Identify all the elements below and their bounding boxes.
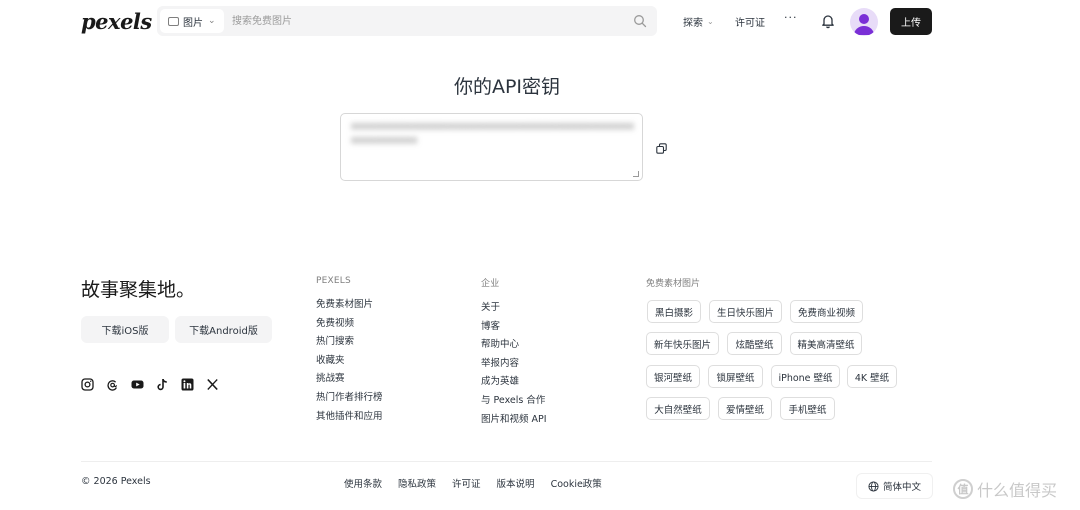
image-icon — [168, 16, 179, 26]
footer-link[interactable]: 收藏夹 — [316, 352, 383, 371]
copyright-text: © 2026 Pexels — [81, 476, 151, 487]
language-label: 简体中文 — [882, 482, 921, 493]
tag-chip[interactable]: 黑白摄影 — [647, 300, 701, 323]
tag-chip[interactable]: 生日快乐图片 — [709, 300, 782, 323]
tag-chip[interactable]: iPhone 壁纸 — [771, 365, 840, 388]
search-input[interactable] — [232, 6, 632, 36]
social-links — [81, 378, 219, 391]
legal-link[interactable]: 许可证 — [452, 476, 481, 490]
user-avatar[interactable] — [850, 8, 878, 36]
legal-link[interactable]: 隐私政策 — [398, 476, 436, 490]
threads-icon[interactable] — [106, 378, 119, 391]
api-key-value: xxxxxxxxxxxxxxxxxxxxxxxxxxxxxxxxxxxxxxxx… — [351, 121, 634, 146]
footer-column-title: PEXELS — [316, 276, 351, 286]
tag-chip[interactable]: 银河壁纸 — [646, 365, 700, 388]
tiktok-icon[interactable] — [156, 378, 169, 391]
nav-explore-label: 探索 — [683, 18, 703, 29]
chevron-down-icon: ⌄ — [208, 16, 216, 26]
search-icon[interactable] — [633, 14, 647, 28]
upload-button[interactable]: 上传 — [890, 8, 932, 35]
footer-link[interactable]: 免费视频 — [316, 315, 383, 334]
tags-title: 免费素材图片 — [646, 279, 701, 289]
footer-link[interactable]: 热门搜索 — [316, 333, 383, 352]
footer-column-pexels: PEXELS 免费素材图片 免费视频 热门搜索 收藏夹 挑战赛 热门作者排行榜 … — [316, 276, 383, 426]
nav-explore[interactable]: 探索 ⌄ — [683, 14, 714, 29]
footer-link[interactable]: 图片和视频 API — [481, 411, 547, 430]
footer-column-title: 企业 — [481, 279, 500, 289]
tag-chip[interactable]: 锁屏壁纸 — [708, 365, 763, 388]
page-title: 你的API密钥 — [453, 76, 561, 98]
top-header: pexels 图片 ⌄ 探索 ⌄ 许可证 ··· 上传 — [0, 0, 1080, 44]
tag-chip[interactable]: 4K 壁纸 — [847, 365, 897, 388]
language-selector[interactable]: 简体中文 — [857, 474, 932, 498]
download-ios-button[interactable]: 下载iOS版 — [81, 316, 169, 343]
linkedin-icon[interactable] — [181, 378, 194, 391]
tag-chip[interactable]: 免费商业视频 — [790, 300, 863, 323]
footer-link[interactable]: 博客 — [481, 318, 547, 337]
footer-link[interactable]: 热门作者排行榜 — [316, 389, 383, 408]
tag-chip[interactable]: 大自然壁纸 — [646, 397, 710, 420]
instagram-icon[interactable] — [81, 378, 94, 391]
watermark-logo-icon: 值 — [953, 479, 973, 499]
legal-link[interactable]: 使用条款 — [344, 476, 382, 490]
footer-divider — [81, 461, 932, 462]
more-menu-button[interactable]: ··· — [784, 11, 798, 24]
footer-link[interactable]: 举报内容 — [481, 355, 547, 374]
api-key-textarea[interactable]: xxxxxxxxxxxxxxxxxxxxxxxxxxxxxxxxxxxxxxxx… — [340, 113, 643, 181]
legal-link[interactable]: 版本说明 — [497, 476, 535, 490]
copy-icon[interactable] — [656, 143, 667, 154]
search-type-label: 图片 — [183, 17, 203, 29]
pexels-logo[interactable]: pexels — [81, 9, 152, 34]
x-icon[interactable] — [206, 378, 219, 391]
tag-chip[interactable]: 新年快乐图片 — [646, 332, 719, 355]
legal-link[interactable]: Cookie政策 — [551, 476, 602, 490]
user-icon — [854, 14, 874, 35]
footer-link[interactable]: 与 Pexels 合作 — [481, 392, 547, 411]
legal-links: 使用条款 隐私政策 许可证 版本说明 Cookie政策 — [344, 476, 618, 490]
nav-license[interactable]: 许可证 — [735, 14, 765, 29]
footer-column-company: 企业 关于 博客 帮助中心 举报内容 成为英雄 与 Pexels 合作 图片和视… — [481, 276, 547, 429]
footer-link[interactable]: 关于 — [481, 299, 547, 318]
footer-link[interactable]: 免费素材图片 — [316, 296, 383, 315]
tag-chip[interactable]: 炫酷壁纸 — [727, 332, 782, 355]
tag-chip[interactable]: 精美高清壁纸 — [790, 332, 862, 355]
bell-icon[interactable] — [821, 13, 835, 29]
watermark-text: 什么值得买 — [977, 481, 1058, 500]
footer-tagline: 故事聚集地。 — [81, 279, 196, 301]
search-bar: 图片 ⌄ — [157, 6, 657, 36]
youtube-icon[interactable] — [131, 378, 144, 391]
resize-handle[interactable] — [633, 171, 639, 177]
tag-chip[interactable]: 爱情壁纸 — [718, 397, 772, 420]
download-android-button[interactable]: 下载Android版 — [175, 316, 272, 343]
tag-chip[interactable]: 手机壁纸 — [780, 397, 835, 420]
footer-link[interactable]: 成为英雄 — [481, 373, 547, 392]
footer-link[interactable]: 帮助中心 — [481, 336, 547, 355]
footer-link[interactable]: 挑战赛 — [316, 370, 383, 389]
chevron-down-icon: ⌄ — [707, 17, 714, 26]
search-type-dropdown[interactable]: 图片 ⌄ — [160, 9, 224, 33]
footer-link[interactable]: 其他插件和应用 — [316, 408, 383, 427]
globe-icon — [868, 480, 879, 492]
watermark: 值 什么值得买 — [953, 477, 1057, 501]
